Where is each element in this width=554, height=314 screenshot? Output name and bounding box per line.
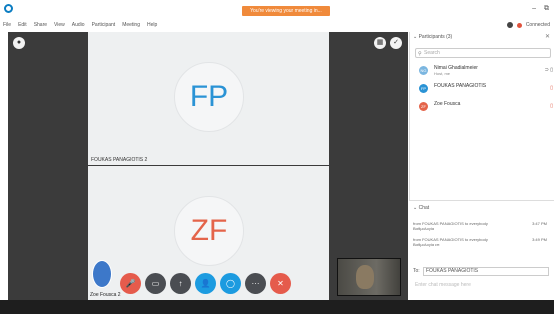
participants-title[interactable]: ⌄ Participants (3) xyxy=(413,34,452,40)
message-text: Βαθμολογία xyxy=(413,226,435,231)
chat-message: from FOUKAS PANAGIOTIS to everybody Βαθμ… xyxy=(413,221,551,231)
collapse-icon: ⌄ xyxy=(413,34,418,40)
participant-name-tag: FOUKAS PANAGIOTIS 2 xyxy=(91,157,147,163)
camera-person xyxy=(356,265,374,289)
menu-meeting[interactable]: Meeting xyxy=(122,19,140,31)
info-icon[interactable] xyxy=(506,22,513,28)
menu-file[interactable]: File xyxy=(3,19,11,31)
participants-icon: 👤 xyxy=(200,279,211,288)
search-input[interactable]: ⚲ Search xyxy=(415,48,551,58)
self-tile[interactable]: Zoe Fousca 2 xyxy=(90,260,122,304)
more-icon: ··· xyxy=(251,279,260,288)
end-call-button[interactable]: ✕ xyxy=(270,273,291,294)
chat-panel: ⌄ Chat from FOUKAS PANAGIOTIS to everybo… xyxy=(409,200,554,300)
message-text: Βαθμολογία επ xyxy=(413,242,440,247)
maximize-button[interactable]: ⧉ xyxy=(544,5,549,13)
chat-button[interactable]: ◯ xyxy=(220,273,241,294)
lock-icon[interactable]: ● xyxy=(13,37,25,49)
to-label: To: xyxy=(413,268,420,274)
layout-icon[interactable]: ▦ xyxy=(374,37,386,49)
app-logo-icon xyxy=(4,4,13,13)
participant-name: FOUKAS PANAGIOTIS xyxy=(91,157,144,163)
mic-off-icon[interactable]: ▯ xyxy=(550,103,553,109)
end-call-icon: ✕ xyxy=(277,279,284,288)
chat-recipient-row: To: FOUKAS PANAGIOTIS xyxy=(413,267,551,277)
search-icon: ⚲ xyxy=(418,51,422,57)
title-bar: You're viewing your meeting in... – ⧉ xyxy=(0,0,554,20)
share-icon: ↑ xyxy=(178,279,183,288)
chat-title[interactable]: ⌄ Chat xyxy=(413,205,429,211)
chat-input[interactable]: Enter chat message here xyxy=(415,282,551,291)
minimize-button[interactable]: – xyxy=(532,5,536,12)
menu-view[interactable]: View xyxy=(54,19,65,31)
share-button[interactable]: ↑ xyxy=(170,273,191,294)
connection-status: Connected xyxy=(506,19,550,31)
menu-audio[interactable]: Audio xyxy=(72,19,85,31)
message-time: 3:47 PM xyxy=(532,221,547,226)
check-icon[interactable]: ✓ xyxy=(390,37,402,49)
participant-avatar: FP xyxy=(419,84,428,93)
audio-icon[interactable]: ⊃ ▯ xyxy=(545,67,553,73)
participant-name: FOUKAS PANAGIOTIS xyxy=(434,83,487,89)
self-name: Zoe Fousca xyxy=(90,292,117,298)
video-off-icon: ▭ xyxy=(151,279,160,288)
connection-label: Connected xyxy=(525,22,550,28)
chat-message: from FOUKAS PANAGIOTIS to everybody Βαθμ… xyxy=(413,237,551,247)
meeting-window: You're viewing your meeting in... – ⧉ Fi… xyxy=(0,0,554,314)
menu-bar: File Edit Share View Audio Participant M… xyxy=(0,19,157,31)
connection-icon xyxy=(516,22,522,28)
participant-badge: 2 xyxy=(144,157,148,163)
participant-avatar: ZF xyxy=(174,196,244,266)
self-avatar xyxy=(92,260,112,288)
recipient-select[interactable]: FOUKAS PANAGIOTIS xyxy=(423,267,549,276)
participant-name: Zoe Fousca xyxy=(434,101,461,107)
mute-button[interactable]: 🎤 xyxy=(120,273,141,294)
more-button[interactable]: ··· xyxy=(245,273,266,294)
mic-off-icon[interactable]: ▯ xyxy=(550,85,553,91)
participant-avatar: NG xyxy=(419,66,428,75)
message-time: 3:49 PM xyxy=(532,237,547,242)
self-camera-preview[interactable] xyxy=(337,258,401,296)
participants-button[interactable]: 👤 xyxy=(195,273,216,294)
participant-role: Host, me xyxy=(434,71,451,76)
chat-icon: ◯ xyxy=(226,279,235,288)
menu-edit[interactable]: Edit xyxy=(18,19,27,31)
participant-row[interactable]: ZF Zoe Fousca ▯ xyxy=(419,100,553,114)
mic-off-icon: 🎤 xyxy=(125,279,136,288)
participant-avatar: ZF xyxy=(419,102,428,111)
collapse-icon: ⌄ xyxy=(413,205,418,211)
participant-row[interactable]: NG Nimai Ghadialmeier Host, me ⊃ ▯ xyxy=(419,64,553,78)
participant-row[interactable]: FP FOUKAS PANAGIOTIS ▯ xyxy=(419,82,553,96)
participant-avatar: FP xyxy=(174,62,244,132)
menu-help[interactable]: Help xyxy=(147,19,157,31)
self-name-tag: Zoe Fousca 2 xyxy=(90,292,121,298)
meeting-controls: 🎤 ▭ ↑ 👤 ◯ ··· ✕ xyxy=(120,273,291,295)
menu-participant[interactable]: Participant xyxy=(92,19,116,31)
menu-share[interactable]: Share xyxy=(34,19,47,31)
taskbar xyxy=(0,300,554,314)
video-button[interactable]: ▭ xyxy=(145,273,166,294)
close-icon[interactable]: ✕ xyxy=(545,33,550,40)
meeting-banner[interactable]: You're viewing your meeting in... xyxy=(242,6,330,16)
video-tile[interactable]: FP FOUKAS PANAGIOTIS 2 xyxy=(88,32,329,165)
